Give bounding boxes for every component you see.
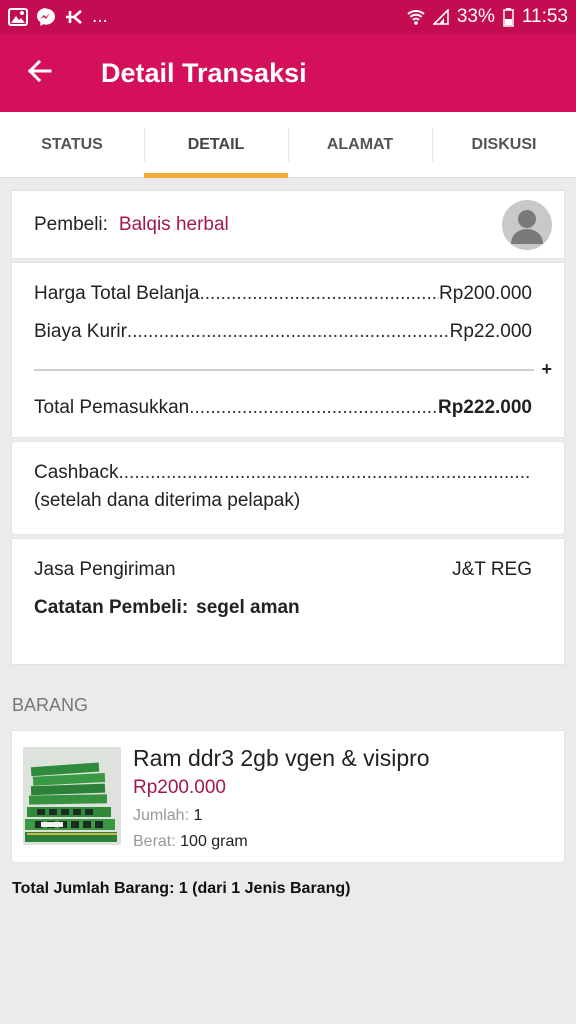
total-items-summary: Total Jumlah Barang: 1 (dari 1 Jenis Bar… [12,880,351,897]
product-name[interactable]: Ram ddr3 2gb vgen & visipro [133,745,430,772]
total-pemasukkan-row: Total Pemasukkan Rp222.000 [34,397,532,419]
tab-status[interactable]: STATUS [0,112,144,177]
biaya-kurir-label: Biaya Kurir [34,321,127,342]
back-button[interactable] [0,34,78,112]
status-bar: ... 33% 11:53 [0,0,576,34]
product-thumbnail[interactable] [23,747,121,845]
arrow-left-icon [26,59,52,88]
total-pemasukkan-value: Rp222.000 [437,397,532,418]
payment-summary-card: Harga Total Belanja Rp200.000 Biaya Kuri… [11,262,565,438]
items-section-label: BARANG [12,695,89,715]
user-avatar-icon [511,209,543,244]
cashback-row: Cashback [34,462,532,484]
app-k-icon [64,9,84,25]
buyer-note-label: Catatan Pembeli: [34,597,189,618]
qty-label: Jumlah: [133,807,190,824]
product-qty: Jumlah: 1 [133,807,202,825]
sum-divider [34,369,534,371]
battery-percent: 33% [456,6,495,27]
product-price: Rp200.000 [133,777,226,798]
wifi-icon [407,8,425,26]
dot-leader [127,321,450,343]
cashback-card: Cashback (setelah dana diterima pelapak) [11,441,565,535]
notification-more: ... [92,6,108,27]
total-belanja-value: Rp200.000 [439,283,532,304]
product-card[interactable]: Ram ddr3 2gb vgen & visipro Rp200.000 Ju… [11,730,565,863]
clock: 11:53 [521,6,568,27]
buyer-note-row: Catatan Pembeli: segel aman [34,597,532,619]
page-title: Detail Transaksi [101,57,307,88]
dot-leader [119,462,533,484]
shipping-value: J&T REG [452,559,532,580]
tab-detail[interactable]: DETAIL [144,112,288,178]
shipping-card: Jasa Pengiriman J&T REG Catatan Pembeli:… [11,538,565,665]
biaya-kurir-value: Rp22.000 [449,321,532,342]
tab-alamat[interactable]: ALAMAT [288,112,432,177]
signal-icon [432,9,449,25]
cashback-note: (setelah dana diterima pelapak) [34,490,301,511]
total-pemasukkan-label: Total Pemasukkan [34,397,190,418]
battery-icon [503,7,514,27]
avatar[interactable] [502,199,552,250]
shipping-label: Jasa Pengiriman [34,559,176,580]
plus-sign: + [541,359,552,379]
buyer-name[interactable]: Balqis herbal [119,214,229,236]
cashback-label: Cashback [34,462,119,483]
ram-modules-image [23,747,121,845]
messenger-icon [36,7,56,27]
weight-value: 100 gram [180,833,248,850]
gallery-icon [8,8,28,26]
tab-bar: STATUS DETAIL ALAMAT DISKUSI [0,112,576,178]
tab-diskusi[interactable]: DISKUSI [432,112,576,177]
product-weight: Berat: 100 gram [133,833,248,851]
shipping-row: Jasa Pengiriman J&T REG [34,559,532,581]
buyer-label: Pembeli: [34,213,108,235]
total-belanja-label: Harga Total Belanja [34,283,200,304]
cashback-note-row: (setelah dana diterima pelapak) [34,490,532,512]
dot-leader [189,397,438,419]
biaya-kurir-row: Biaya Kurir Rp22.000 [34,321,532,343]
qty-value: 1 [193,807,203,824]
buyer-card: Pembeli: Balqis herbal [11,190,565,259]
total-belanja-row: Harga Total Belanja Rp200.000 [34,283,532,305]
dot-leader [199,283,439,305]
app-bar: Detail Transaksi [0,34,576,112]
weight-label: Berat: [133,833,176,850]
buyer-note-value: segel aman [196,597,300,618]
